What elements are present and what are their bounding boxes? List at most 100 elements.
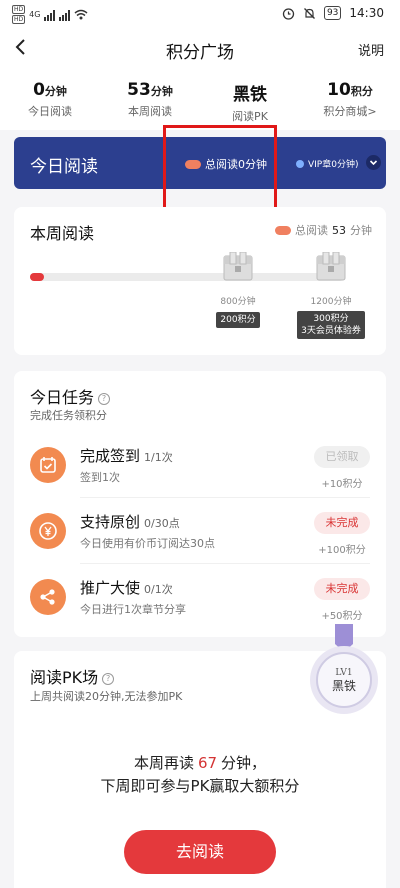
treasure-chest-icon — [316, 251, 346, 281]
mute-bell-icon — [303, 7, 315, 19]
task-divider — [80, 497, 370, 498]
total-legend-swatch — [275, 225, 291, 235]
banner-vip-reading: VIP章0分钟) — [296, 157, 358, 170]
task-count: 0/30点 — [144, 517, 180, 530]
wifi-icon — [74, 9, 88, 20]
task-item-support-original[interactable]: 支持原创 0/30点 今日使用有价币订阅达30点 未完成 +100积分 — [14, 501, 386, 561]
milestone-800[interactable]: 800分钟 200积分 — [198, 251, 278, 328]
task-name: 推广大使 0/1次 — [80, 577, 173, 598]
task-name-text: 推广大使 — [80, 579, 141, 597]
task-item-sign-in[interactable]: 完成签到 1/1次 签到1次 已领取 +10积分 — [14, 435, 386, 495]
task-points: +100积分 — [318, 545, 366, 556]
milestone-minutes: 1200分钟 — [310, 297, 352, 307]
pk-message-line2: 下周即可参与PK赢取大额积分 — [100, 777, 300, 795]
stat-week-reading[interactable]: 53分钟 本周阅读 — [100, 80, 200, 119]
nav-bar: 积分广场 说明 — [0, 28, 400, 68]
highlight-annotation — [163, 125, 277, 216]
status-left: HD HD 4G — [12, 5, 88, 24]
page-title: 积分广场 — [166, 43, 234, 63]
stat-label: 阅读PK — [232, 110, 268, 123]
stats-row: 0分钟 今日阅读 53分钟 本周阅读 黑铁 阅读PK 10积分 积分商城> — [0, 68, 400, 130]
milestone-minutes: 800分钟 — [220, 297, 256, 307]
treasure-chest-icon — [223, 251, 253, 281]
alarm-icon — [282, 7, 295, 20]
task-count: 1/1次 — [144, 451, 173, 464]
task-desc: 今日使用有价币订阅达30点 — [80, 537, 215, 550]
task-status-button[interactable]: 已领取 — [314, 446, 370, 468]
week-total: 总阅读 53 分钟 — [275, 222, 372, 238]
stat-value: 53 — [127, 80, 151, 100]
task-divider — [80, 563, 370, 564]
question-icon[interactable]: ? — [98, 393, 111, 405]
signal-icon — [44, 9, 56, 21]
stat-reading-pk[interactable]: 黑铁 阅读PK — [200, 80, 300, 124]
battery-indicator: 93 — [323, 6, 342, 20]
milestone-reward-line2: 3天会员体验券 — [301, 326, 361, 336]
pk-card-title: 阅读PK场? — [30, 664, 115, 688]
stat-label: 积分商城> — [323, 105, 377, 118]
hd-badge-1: HD — [12, 5, 26, 14]
banner-title: 今日阅读 — [30, 157, 98, 177]
task-status-button[interactable]: 未完成 — [314, 512, 370, 534]
tasks-title-text: 今日任务 — [30, 388, 95, 407]
task-name: 完成签到 1/1次 — [80, 445, 173, 466]
pk-card-subtitle: 上周共阅读20分钟,无法参加PK — [30, 690, 183, 703]
stat-points-mall[interactable]: 10积分 积分商城> — [300, 80, 400, 119]
medal-level: LV1 — [335, 668, 352, 678]
task-points: +50积分 — [321, 611, 363, 622]
task-count: 0/1次 — [144, 583, 173, 596]
tasks-card-subtitle: 完成任务领积分 — [30, 409, 107, 422]
pk-message-line1: 本周再读 67 分钟， — [14, 752, 386, 773]
pk-msg-prefix: 本周再读 — [133, 754, 194, 772]
week-card-title: 本周阅读 — [30, 224, 95, 243]
task-name-text: 支持原创 — [80, 513, 141, 531]
question-icon[interactable]: ? — [102, 673, 115, 685]
task-status-button[interactable]: 未完成 — [314, 578, 370, 600]
task-name: 支持原创 0/30点 — [80, 511, 180, 532]
week-total-prefix: 总阅读 — [295, 224, 328, 237]
status-right: 93 14:30 — [282, 6, 384, 20]
pk-title-text: 阅读PK场 — [30, 668, 99, 687]
stat-value: 黑铁 — [233, 85, 267, 105]
tasks-card-title: 今日任务? — [30, 384, 111, 408]
week-total-value: 53 — [332, 223, 346, 237]
stat-unit: 分钟 — [44, 85, 67, 98]
hd-badge-2: HD — [12, 15, 26, 24]
status-bar: HD HD 4G 93 14:30 — [0, 0, 400, 28]
stat-value: 10 — [327, 80, 351, 100]
go-read-button[interactable]: 去阅读 — [124, 830, 276, 874]
stat-label: 本周阅读 — [128, 105, 172, 118]
task-item-promote[interactable]: 推广大使 0/1次 今日进行1次章节分享 未完成 +50积分 — [14, 567, 386, 627]
milestone-reward-line1: 300积分 — [313, 314, 349, 324]
stat-unit: 分钟 — [150, 85, 173, 98]
milestone-1200[interactable]: 1200分钟 300积分 3天会员体验券 — [291, 251, 371, 339]
share-icon — [30, 579, 66, 615]
task-name-text: 完成签到 — [80, 447, 141, 465]
stat-value: 0 — [33, 80, 45, 100]
task-desc: 签到1次 — [80, 471, 120, 484]
week-progress-fill — [30, 273, 44, 281]
network-type: 4G — [29, 10, 41, 19]
today-tasks-card: 今日任务? 完成任务领积分 完成签到 1/1次 签到1次 已领取 +10积分 支持… — [14, 371, 386, 637]
yen-coin-icon — [30, 513, 66, 549]
chevron-down-icon[interactable] — [366, 155, 381, 170]
task-points: +10积分 — [321, 479, 363, 490]
stat-unit: 积分 — [350, 85, 373, 98]
stat-today-reading[interactable]: 0分钟 今日阅读 — [0, 80, 100, 119]
medal-name: 黑铁 — [332, 679, 356, 693]
rank-medal-icon[interactable]: LV1 黑铁 — [307, 622, 381, 722]
task-desc: 今日进行1次章节分享 — [80, 603, 186, 616]
help-link[interactable]: 说明 — [358, 40, 384, 59]
stat-label: 今日阅读 — [28, 105, 72, 118]
pk-msg-number: 67 — [197, 754, 218, 772]
milestone-reward: 200积分 — [216, 312, 260, 328]
calendar-icon — [30, 447, 66, 483]
week-reading-card: 本周阅读 总阅读 53 分钟 800分钟 200积分 1200分钟 300积分 3天会… — [14, 207, 386, 355]
clock: 14:30 — [349, 6, 384, 20]
banner-vip-label: VIP章0分钟) — [308, 160, 359, 170]
week-total-unit: 分钟 — [350, 224, 372, 237]
vip-legend-swatch — [296, 159, 304, 168]
pk-msg-suffix: 分钟， — [221, 754, 267, 772]
milestone-reward: 300积分 3天会员体验券 — [297, 311, 365, 339]
signal-icon-2 — [59, 9, 71, 21]
